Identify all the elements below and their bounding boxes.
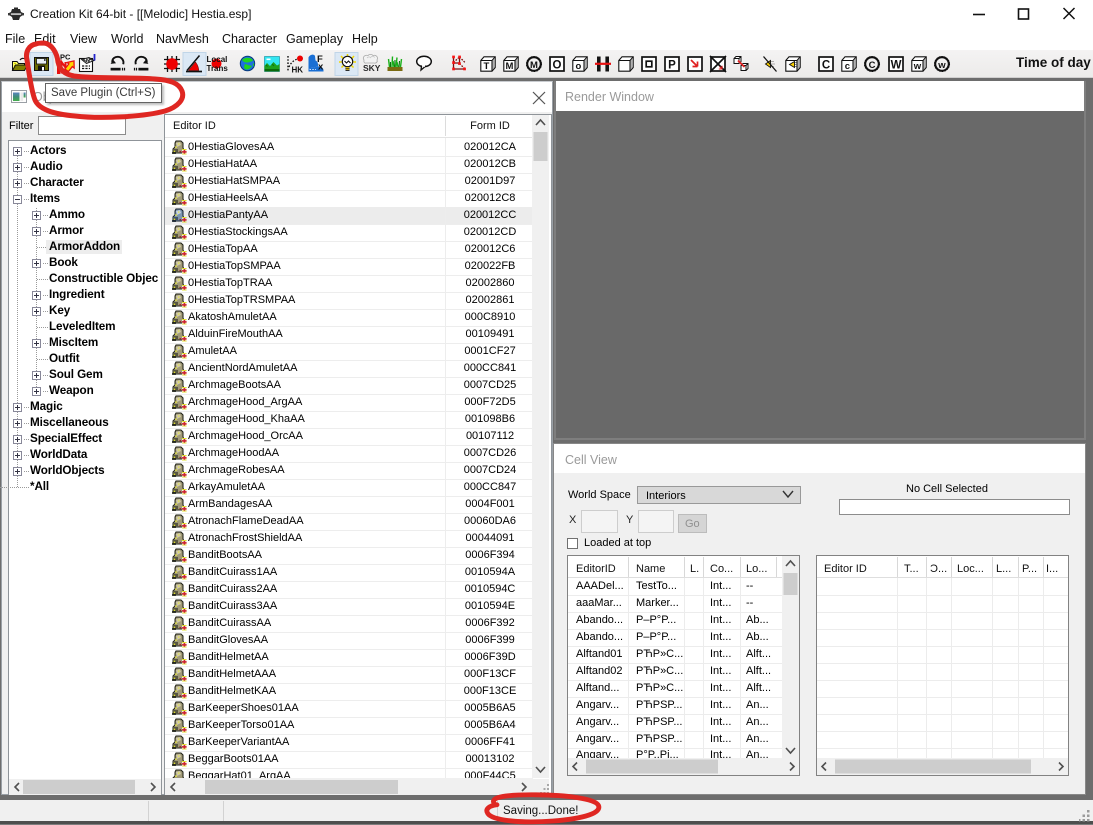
svg-text:HK: HK (292, 66, 304, 75)
svg-text:T: T (483, 61, 489, 72)
svg-text:c: c (845, 61, 850, 72)
svg-text:P: P (668, 60, 676, 72)
svg-text:O: O (553, 60, 562, 72)
svg-text:Trans: Trans (207, 64, 229, 73)
svg-text:w: w (937, 60, 946, 71)
svg-text:C: C (869, 60, 876, 71)
svg-text:SKY: SKY (363, 63, 381, 73)
svg-text:x: x (318, 62, 324, 73)
svg-text:C: C (822, 60, 830, 72)
svg-text:M: M (505, 61, 513, 72)
svg-text:Local: Local (207, 55, 228, 64)
svg-text:W: W (891, 60, 902, 72)
svg-text:w: w (913, 61, 922, 72)
svg-text:M: M (530, 60, 538, 71)
svg-text:PC: PC (60, 53, 71, 62)
svg-text:o: o (575, 61, 581, 72)
